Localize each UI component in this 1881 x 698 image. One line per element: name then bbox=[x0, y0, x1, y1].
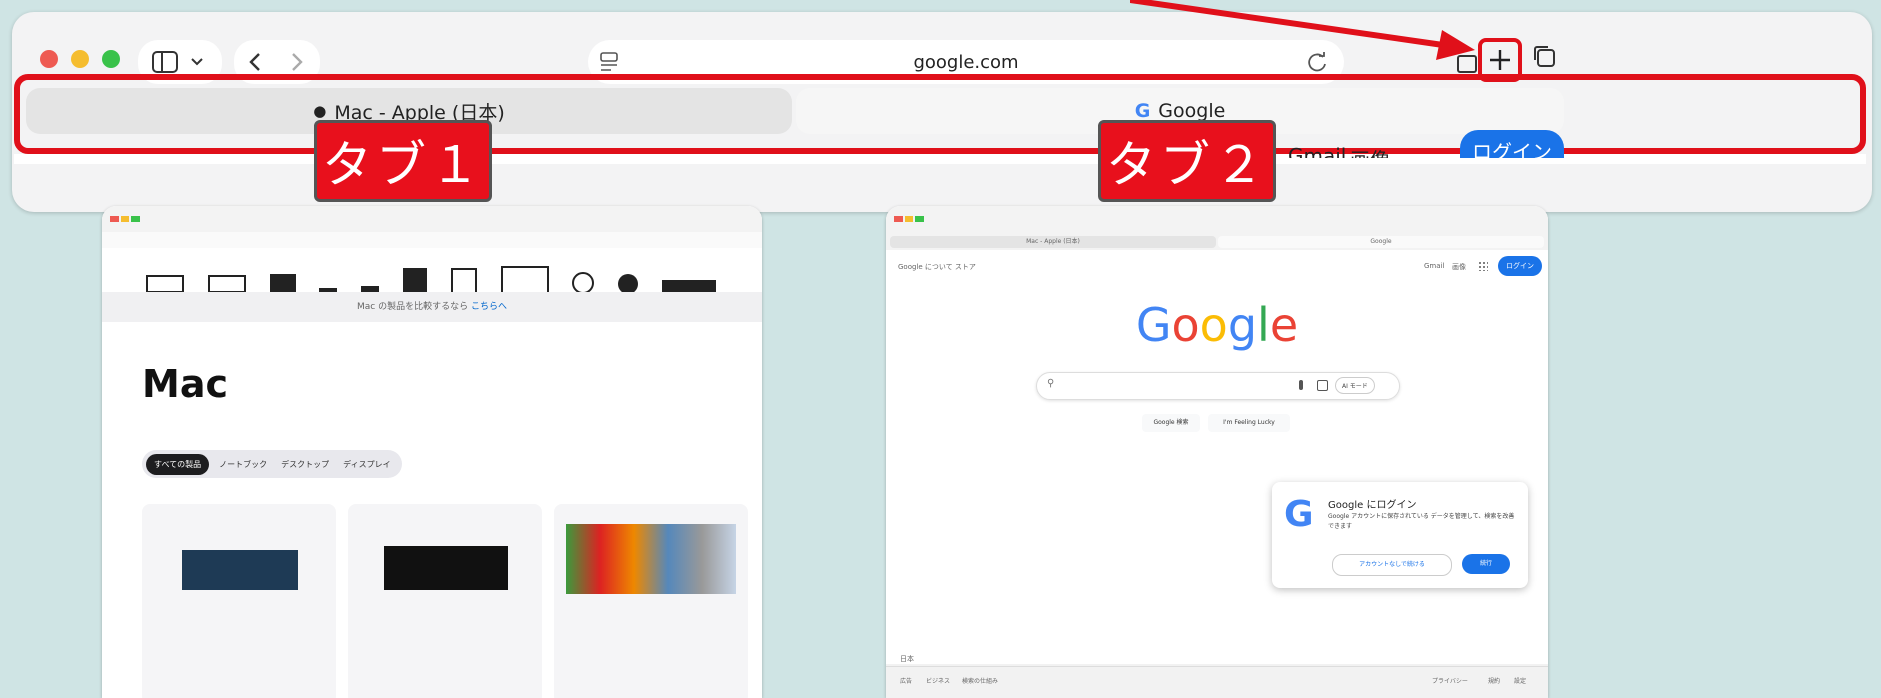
footer-link-ads[interactable]: 広告 bbox=[900, 676, 912, 685]
lens-icon[interactable] bbox=[1317, 380, 1328, 391]
product-card-1[interactable] bbox=[142, 504, 336, 698]
notice-text: Mac の製品を比較するなら bbox=[357, 302, 471, 312]
apple-nav-bar bbox=[102, 232, 762, 248]
google-g-icon: G bbox=[1284, 494, 1314, 535]
compare-notice-bar: Mac の製品を比較するなら こちらへ bbox=[102, 292, 762, 322]
popup-continue-button[interactable]: 続行 bbox=[1462, 554, 1510, 574]
notice-link[interactable]: こちらへ bbox=[471, 302, 507, 312]
product-card-2[interactable] bbox=[348, 504, 542, 698]
behind-gmail: Gmail bbox=[1288, 144, 1347, 158]
continue-without-account-button[interactable]: アカウントなしで続ける bbox=[1332, 554, 1452, 576]
footer-country: 日本 bbox=[900, 655, 914, 663]
zoom-window-button[interactable] bbox=[102, 50, 120, 68]
plus-icon bbox=[1490, 50, 1510, 70]
login-popup: G Google にログイン Google アカウントに保存されている データを… bbox=[1272, 482, 1528, 588]
apple-icon: ● bbox=[313, 102, 327, 120]
chip-desktop[interactable]: デスクトップ bbox=[277, 454, 333, 475]
google-top-left: Google について ストア bbox=[898, 263, 976, 271]
chip-display[interactable]: ディスプレイ bbox=[339, 454, 394, 475]
tab-label: Google bbox=[1158, 100, 1226, 122]
search-icon: ⚲ bbox=[1047, 378, 1055, 389]
google-login-button[interactable]: ログイン bbox=[1498, 256, 1542, 276]
callout-tab1: タブ１ bbox=[314, 120, 492, 202]
chevron-down-icon bbox=[191, 58, 203, 66]
behind-login-label: ログイン bbox=[1472, 140, 1552, 158]
footer-link-how-search-works[interactable]: 検索の仕組み bbox=[962, 676, 998, 685]
footer-link-privacy[interactable]: プライバシー bbox=[1432, 676, 1468, 685]
feeling-lucky-button[interactable]: I'm Feeling Lucky bbox=[1208, 414, 1290, 432]
product-icons-row bbox=[146, 266, 716, 294]
google-logo: Google bbox=[1135, 298, 1299, 352]
thumb-tab-1: Mac - Apple (日本) bbox=[890, 236, 1216, 248]
mac-heading: Mac bbox=[142, 362, 228, 406]
product-card-3[interactable] bbox=[554, 504, 748, 698]
google-g-icon: G bbox=[1134, 100, 1151, 122]
thumbnail-mac-page[interactable]: Mac の製品を比較するなら こちらへ Mac すべての製品 ノートブック デス… bbox=[102, 206, 762, 698]
behind-images: 画像 bbox=[1350, 144, 1390, 158]
behind-login-button: ログイン bbox=[1460, 130, 1564, 158]
tab-overview-icon[interactable] bbox=[1532, 44, 1556, 68]
google-gmail-link[interactable]: Gmail bbox=[1424, 262, 1444, 270]
google-footer: 日本 広告 ビジネス 検索の仕組み プライバシー 規約 設定 bbox=[886, 655, 1548, 698]
thumb-traffic-lights bbox=[110, 216, 140, 222]
ai-mode-button[interactable]: AI モード bbox=[1335, 377, 1375, 394]
minimize-window-button[interactable] bbox=[71, 50, 89, 68]
footer-link-business[interactable]: ビジネス bbox=[926, 676, 950, 685]
thumbnail-google-page[interactable]: Mac - Apple (日本) Google Google について ストア … bbox=[886, 206, 1548, 698]
sidebar-icon bbox=[152, 51, 178, 73]
google-search-box[interactable]: ⚲ AI モード bbox=[1036, 372, 1400, 400]
page-strip bbox=[14, 154, 1866, 164]
filter-chips: すべての製品 ノートブック デスクトップ ディスプレイ bbox=[142, 450, 402, 478]
back-icon[interactable] bbox=[248, 52, 262, 72]
thumb-toolbar bbox=[102, 206, 762, 232]
close-window-button[interactable] bbox=[40, 50, 58, 68]
chip-notebook[interactable]: ノートブック bbox=[215, 454, 271, 475]
mic-icon[interactable] bbox=[1299, 380, 1303, 390]
chip-all[interactable]: すべての製品 bbox=[146, 453, 210, 475]
popup-text: Google アカウントに保存されている データを管理して、検索を改善できます bbox=[1328, 513, 1515, 530]
footer-link-terms[interactable]: 規約 bbox=[1488, 676, 1500, 685]
thumb-traffic-lights bbox=[894, 216, 924, 222]
apps-grid-icon[interactable] bbox=[1478, 261, 1488, 271]
popup-title: Google にログイン bbox=[1328, 500, 1417, 511]
google-search-button[interactable]: Google 検索 bbox=[1142, 414, 1200, 432]
google-images-link[interactable]: 画像 bbox=[1452, 262, 1466, 272]
thumb-tab-2: Google bbox=[1218, 236, 1544, 248]
forward-icon[interactable] bbox=[290, 52, 304, 72]
footer-link-settings[interactable]: 設定 bbox=[1514, 676, 1526, 685]
callout-tab2: タブ２ bbox=[1098, 120, 1276, 202]
annotation-arrow bbox=[1130, 0, 1475, 60]
